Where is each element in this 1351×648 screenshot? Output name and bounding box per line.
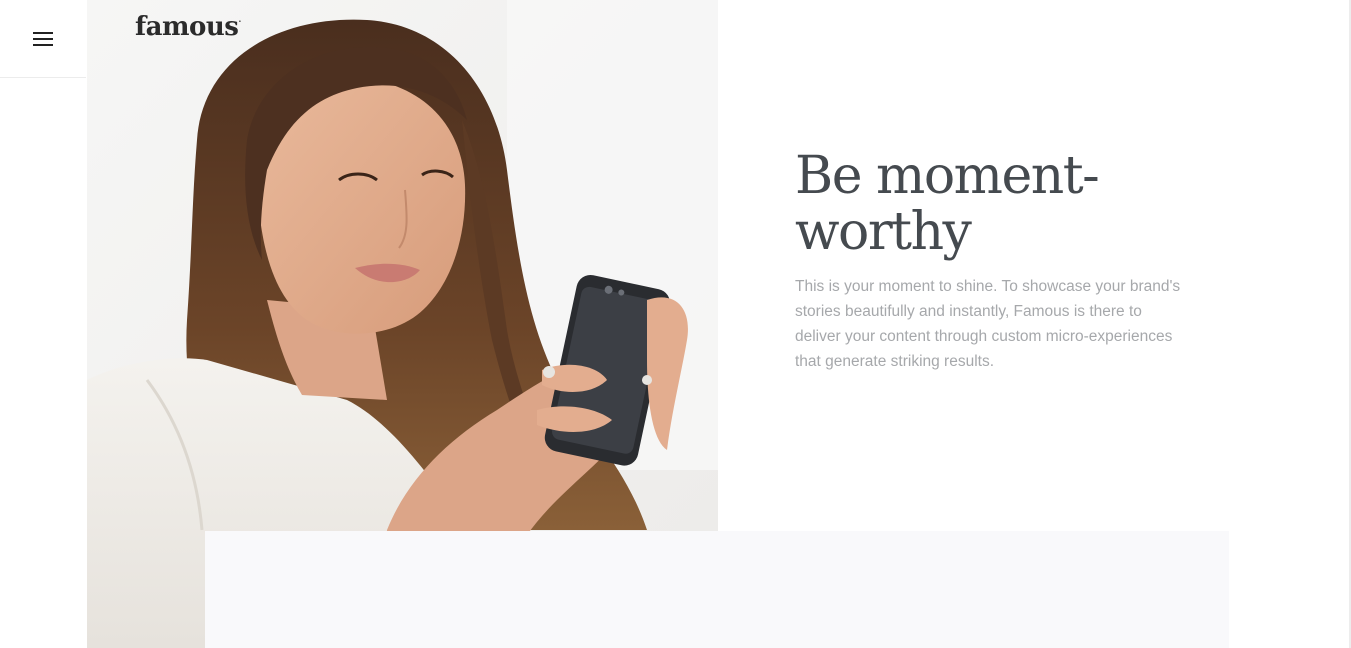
hero-body-copy: This is your moment to shine. To showcas… xyxy=(795,278,1181,370)
headline-line-1: Be moment- xyxy=(795,146,1100,206)
lower-content-card xyxy=(205,531,1229,648)
left-rail xyxy=(0,0,86,648)
menu-button[interactable] xyxy=(0,0,86,78)
hero-headline: Be moment-worthy xyxy=(795,148,1175,260)
famous-logo[interactable]: famous· xyxy=(135,12,241,42)
logo-text: famous xyxy=(135,12,239,42)
hamburger-menu-icon[interactable] xyxy=(33,31,53,46)
page: famous· Be moment-worthy This is your mo… xyxy=(0,0,1351,648)
headline-line-2: worthy xyxy=(795,202,972,262)
logo-mark: · xyxy=(238,16,241,26)
